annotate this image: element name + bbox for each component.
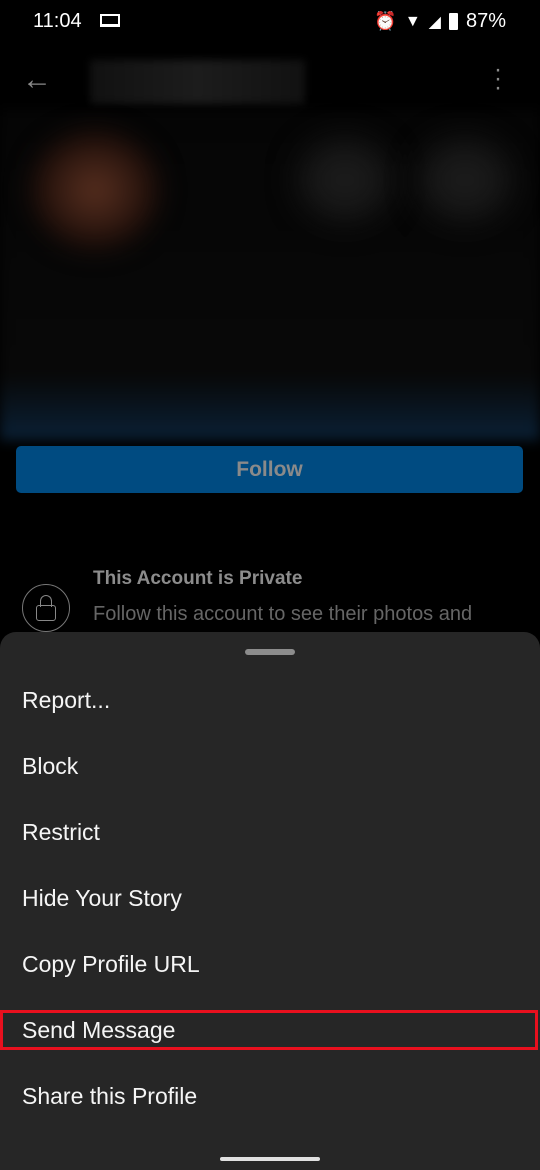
laptop-icon	[100, 14, 120, 27]
status-time: 11:04	[33, 10, 82, 32]
home-indicator[interactable]	[220, 1157, 320, 1161]
battery-icon	[448, 13, 458, 30]
app-bar: ← · · ·	[0, 55, 540, 105]
more-vertical-icon[interactable]: · · ·	[494, 58, 502, 100]
menu-item-block[interactable]: Block	[0, 746, 540, 786]
signal-icon: ◢	[428, 13, 441, 31]
menu-item-hide-story[interactable]: Hide Your Story	[0, 878, 540, 918]
stat-blurred	[420, 140, 510, 220]
lock-icon	[22, 584, 70, 632]
alarm-icon: ⏰	[374, 11, 397, 31]
wifi-icon: ▼	[404, 12, 421, 30]
drag-handle[interactable]	[245, 649, 295, 655]
bottom-sheet: Report... Block Restrict Hide Your Story…	[0, 632, 540, 1170]
stat-blurred	[300, 140, 390, 220]
private-title: This Account is Private	[93, 568, 303, 589]
menu-item-copy-url[interactable]: Copy Profile URL	[0, 944, 540, 984]
arrow-left-icon[interactable]: ←	[22, 63, 52, 97]
battery-percent: 87%	[465, 10, 506, 32]
menu-item-send-message[interactable]: Send Message	[0, 1010, 538, 1050]
menu-item-report[interactable]: Report...	[0, 680, 540, 720]
private-description: Follow this account to see their photos …	[93, 603, 473, 625]
menu-item-share-profile[interactable]: Share this Profile	[0, 1076, 540, 1116]
follow-button[interactable]: Follow	[16, 446, 523, 493]
username-blurred	[90, 60, 305, 105]
avatar	[30, 130, 160, 250]
menu-item-restrict[interactable]: Restrict	[0, 812, 540, 852]
status-bar: 11:04 ⏰ ▼ ◢ 87%	[0, 0, 540, 44]
